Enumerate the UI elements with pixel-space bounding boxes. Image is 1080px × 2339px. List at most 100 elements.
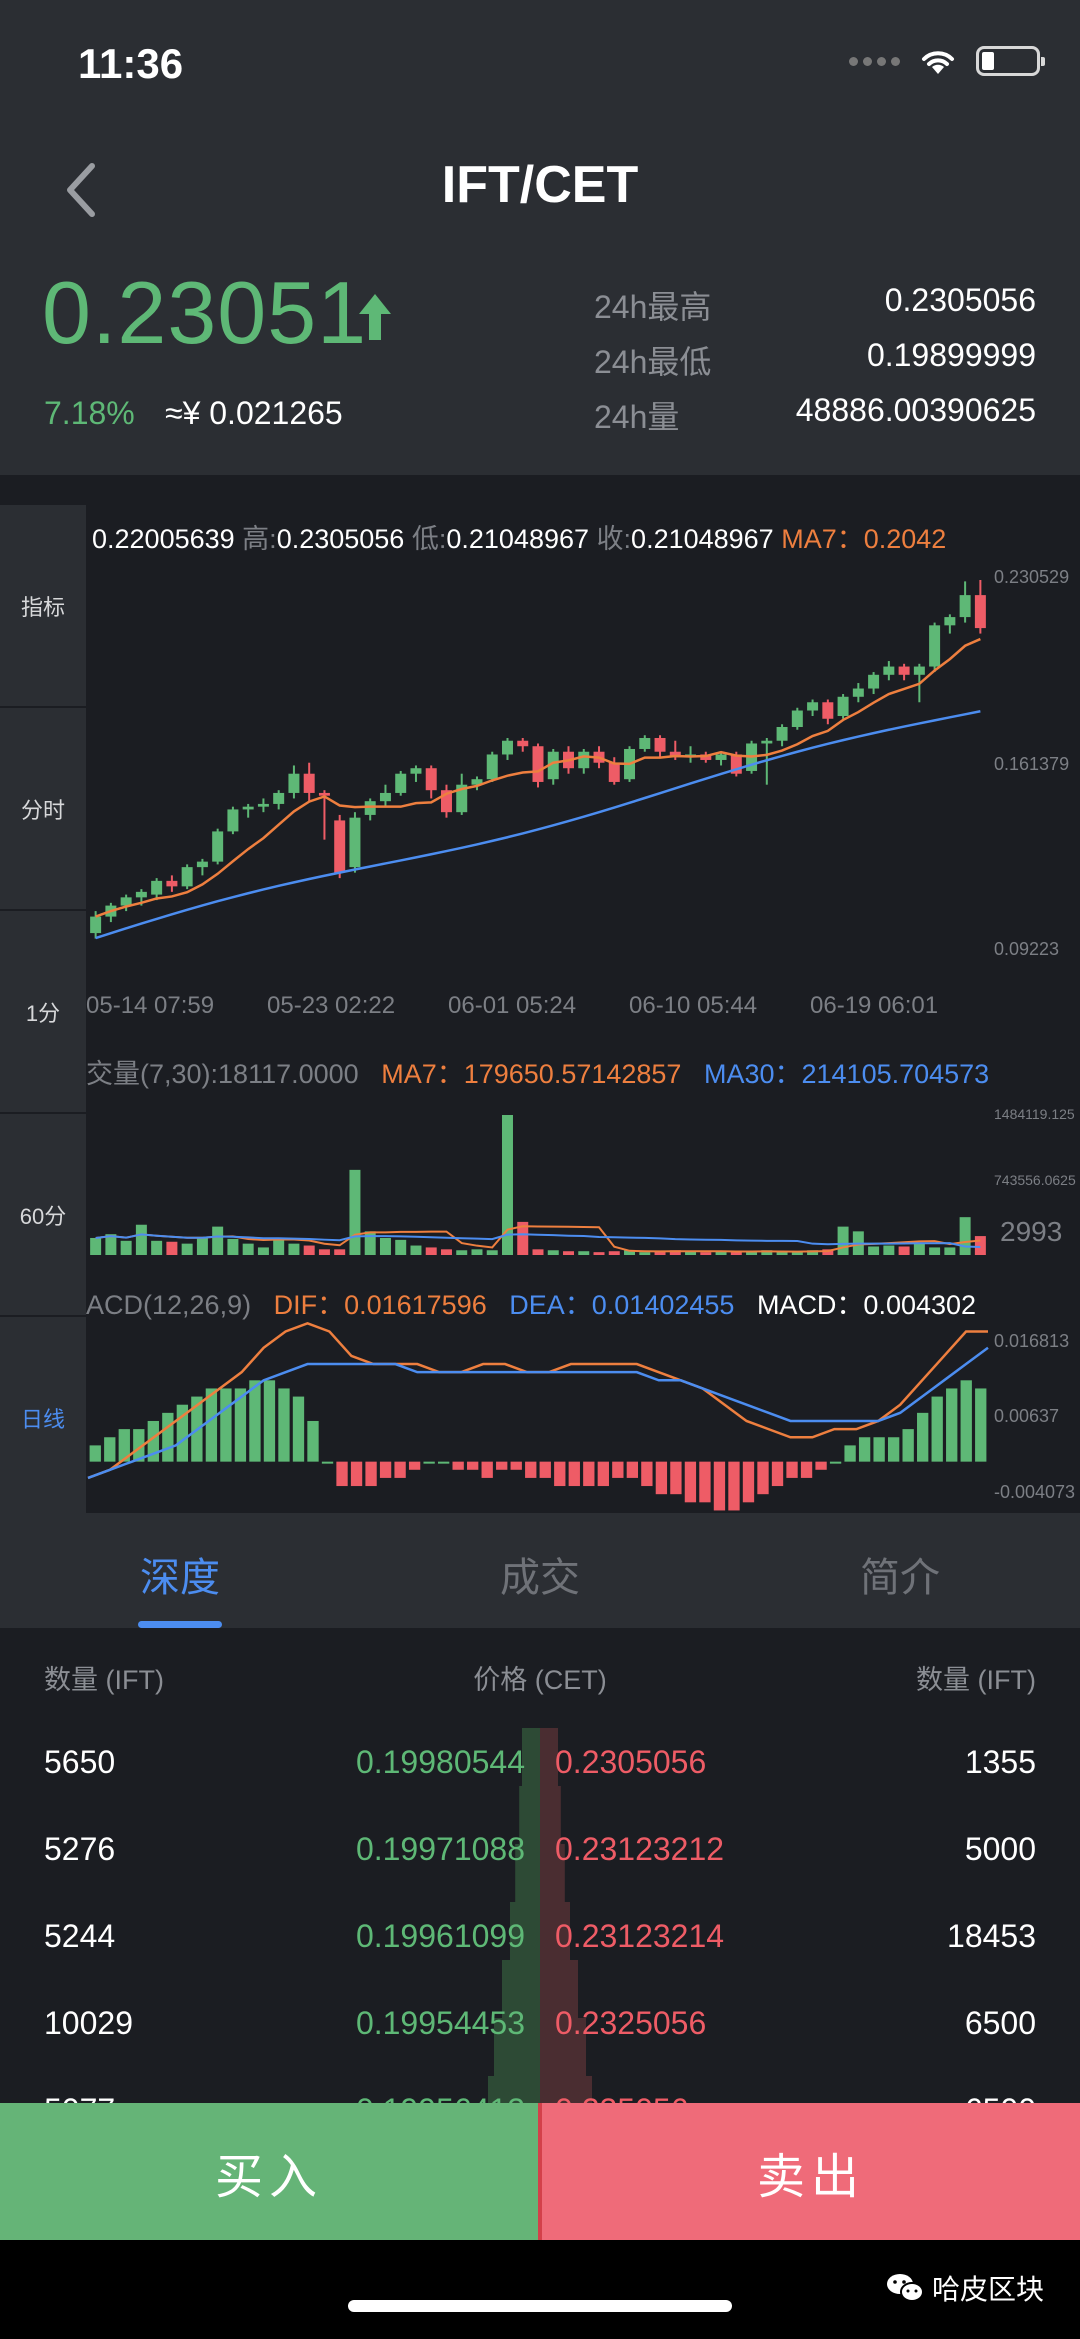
book-row[interactable]: 5077 0.19956413 0.235056 6500 bbox=[0, 2092, 1080, 2103]
macd-bar bbox=[568, 1461, 580, 1487]
macd-bar bbox=[829, 1461, 842, 1464]
tab-trades[interactable]: 成交 bbox=[360, 1513, 720, 1628]
candle-body bbox=[303, 773, 315, 793]
macd-bar bbox=[699, 1461, 711, 1503]
bid-qty: 5276 bbox=[44, 1831, 116, 1867]
volume-ma30: MA30：214105.704573 bbox=[703, 1059, 990, 1089]
volume-bar bbox=[440, 1249, 452, 1255]
ohlc-info: 0.22005639 高:0.2305056 低:0.21048967 收:0.… bbox=[92, 517, 1080, 556]
macd-bar bbox=[278, 1388, 290, 1462]
volume-bar bbox=[120, 1240, 132, 1255]
macd-bar bbox=[917, 1412, 929, 1462]
close-value: 0.21048967 bbox=[631, 524, 774, 554]
menu-60min[interactable]: 60分 bbox=[0, 1114, 86, 1317]
watermark-text: 哈皮区块 bbox=[931, 2274, 1044, 2305]
last-price: 0.23051 bbox=[42, 263, 368, 362]
volume-bar bbox=[212, 1226, 224, 1255]
macd-bar bbox=[742, 1461, 755, 1503]
order-book: 数量 (IFT) 价格 (CET) 数量 (IFT) 5650 0.199805… bbox=[0, 1628, 1080, 2103]
bid-qty: 5077 bbox=[44, 2092, 115, 2103]
book-row[interactable]: 10029 0.19954453 0.2325056 6500 bbox=[0, 2005, 1080, 2065]
candle-body bbox=[242, 806, 254, 810]
candle-body bbox=[837, 696, 849, 717]
chart-area: 指标 分时 1分 60分 日线 0.230529 0.161379 0.09223 0… bbox=[0, 505, 1080, 1520]
close-label: 收: bbox=[596, 524, 632, 554]
macd-bar bbox=[786, 1461, 798, 1478]
macd-bar bbox=[452, 1461, 464, 1470]
candle-body bbox=[639, 737, 651, 749]
book-row[interactable]: 5244 0.19961099 0.23123214 18453 bbox=[0, 1918, 1080, 1978]
stat-low: 24h最低 0.19899999 bbox=[594, 337, 1036, 383]
candle-body bbox=[425, 768, 437, 791]
bid-price: 0.19961099 bbox=[355, 1918, 525, 1954]
ask-qty: 6500 bbox=[965, 2092, 1036, 2103]
volume-bar bbox=[334, 1249, 346, 1255]
tab-bar: 深度 成交 简介 bbox=[0, 1513, 1080, 1628]
candle-body bbox=[395, 773, 407, 793]
macd-bar bbox=[902, 1429, 914, 1462]
kline-chart[interactable]: 0.230529 0.161379 0.09223 05-14 07:59 05-23 … bbox=[86, 505, 1080, 1513]
macd-bar bbox=[510, 1461, 522, 1470]
sell-button[interactable]: 卖出 bbox=[542, 2103, 1080, 2240]
volume-bar bbox=[288, 1243, 300, 1255]
volume-bar bbox=[898, 1246, 910, 1255]
bid-qty: 5244 bbox=[44, 1918, 116, 1954]
book-row[interactable]: 5650 0.19980544 0.2305056 1355 bbox=[0, 1744, 1080, 1804]
candle-body bbox=[135, 891, 147, 898]
candle-body bbox=[486, 754, 498, 780]
volume-axis-label: 743556.0625 bbox=[994, 1172, 1076, 1188]
dif-value: DIF：0.01617596 bbox=[273, 1290, 487, 1320]
up-arrow-icon bbox=[359, 294, 391, 340]
candle-body bbox=[852, 688, 864, 697]
candle-body bbox=[807, 702, 819, 711]
macd-bar bbox=[104, 1437, 116, 1462]
volume-info: 交量(7,30):18117.0000 MA7：179650.57142857 … bbox=[86, 1052, 1080, 1091]
volume-bar bbox=[166, 1241, 178, 1255]
menu-indicator[interactable]: 指标 bbox=[0, 505, 86, 708]
cny-value: ≈¥ 0.021265 bbox=[165, 395, 343, 431]
volume-bar bbox=[868, 1246, 880, 1255]
volume-bar bbox=[837, 1226, 849, 1255]
volume-bar bbox=[593, 1252, 605, 1255]
bid-price: 0.19980544 bbox=[355, 1744, 525, 1780]
tab-depth[interactable]: 深度 bbox=[0, 1513, 360, 1628]
volume-bar bbox=[196, 1237, 208, 1255]
high-value: 0.2305056 bbox=[276, 524, 405, 554]
macd-bar bbox=[321, 1461, 334, 1464]
candle-body bbox=[517, 740, 529, 747]
menu-timeshare[interactable]: 分时 bbox=[0, 708, 86, 911]
macd-bar bbox=[220, 1388, 232, 1462]
macd-bar bbox=[858, 1437, 871, 1462]
volume-axis-label: 2993 bbox=[1000, 1216, 1062, 1247]
macd-bar bbox=[379, 1461, 392, 1478]
macd-bar bbox=[365, 1461, 377, 1487]
volume-bar bbox=[578, 1251, 590, 1255]
x-tick-label: 06-10 05:44 bbox=[629, 992, 757, 1019]
stat-label: 24h最低 bbox=[594, 344, 712, 380]
macd-label: ACD(12,26,9) bbox=[86, 1290, 252, 1320]
book-row[interactable]: 5276 0.19971088 0.23123212 5000 bbox=[0, 1831, 1080, 1891]
volume-bar bbox=[929, 1247, 941, 1255]
volume-bar bbox=[303, 1245, 315, 1255]
ask-price: 0.2305056 bbox=[555, 1744, 707, 1780]
candle-body bbox=[608, 762, 620, 782]
x-tick-label: 05-23 02:22 bbox=[267, 992, 395, 1019]
stat-value: 48886.00390625 bbox=[795, 392, 1036, 428]
low-value: 0.21048967 bbox=[446, 524, 590, 554]
watermark: 哈皮区块 bbox=[886, 2268, 1044, 2308]
volume-bar bbox=[227, 1238, 239, 1255]
price-axis-label: 0.09223 bbox=[994, 939, 1059, 959]
status-time: 11:36 bbox=[78, 40, 184, 87]
menu-daily[interactable]: 日线 bbox=[0, 1317, 86, 1520]
candle-body bbox=[822, 702, 834, 719]
stat-volume: 24h量 48886.00390625 bbox=[594, 392, 1036, 438]
macd-bar bbox=[975, 1388, 987, 1462]
home-indicator[interactable] bbox=[348, 2300, 732, 2312]
volume-bar bbox=[425, 1247, 437, 1255]
tab-intro[interactable]: 简介 bbox=[720, 1513, 1080, 1628]
buy-button[interactable]: 买入 bbox=[0, 2103, 538, 2240]
macd-bar bbox=[263, 1380, 276, 1462]
candle-body bbox=[654, 737, 666, 752]
menu-1min[interactable]: 1分 bbox=[0, 911, 86, 1114]
ask-qty: 18453 bbox=[947, 1918, 1036, 1954]
